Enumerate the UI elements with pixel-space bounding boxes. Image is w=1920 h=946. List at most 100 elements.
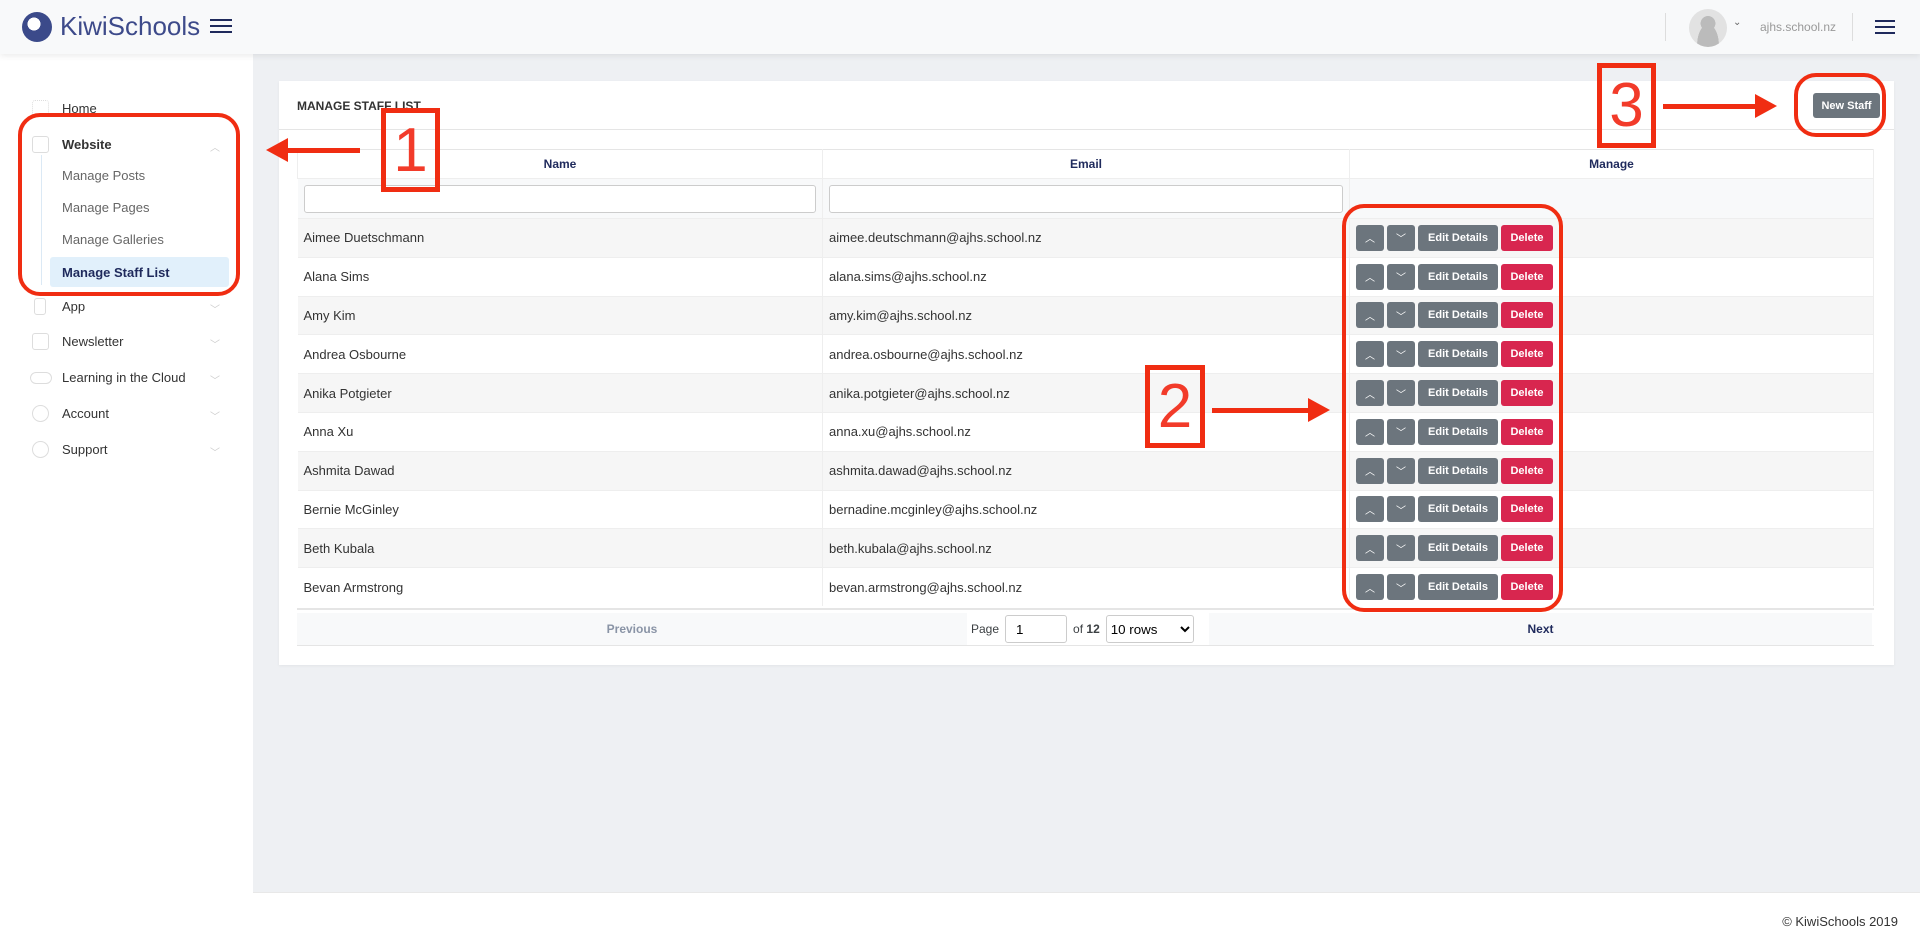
move-down-button[interactable]: ﹀ (1387, 535, 1415, 562)
sidebar-item-app[interactable]: App ﹀ (0, 298, 253, 318)
staff-name: Amy Kim (297, 296, 823, 335)
manage-cell: ︿ ﹀ Edit Details Delete (1349, 451, 1874, 491)
submenu-manage-galleries[interactable]: Manage Galleries (62, 232, 164, 247)
footer: © KiwiSchools 2019 (253, 892, 1920, 946)
edit-details-button[interactable]: Edit Details (1418, 535, 1498, 562)
grid-icon (32, 100, 49, 117)
sidebar-item-support[interactable]: Support ﹀ (0, 441, 253, 461)
submenu-manage-pages[interactable]: Manage Pages (62, 200, 149, 215)
edit-details-button[interactable]: Edit Details (1418, 224, 1498, 251)
page-label: Page (971, 622, 1000, 636)
page-number-input[interactable] (1005, 615, 1068, 643)
chevron-down-icon: ﹀ (210, 412, 220, 423)
chevron-down-icon: ﹀ (210, 376, 220, 387)
move-up-button[interactable]: ︿ (1356, 457, 1384, 484)
new-staff-button[interactable]: New Staff (1813, 93, 1880, 118)
delete-button[interactable]: Delete (1501, 341, 1553, 368)
move-down-button[interactable]: ﹀ (1387, 263, 1415, 290)
delete-button[interactable]: Delete (1501, 380, 1553, 407)
move-down-button[interactable]: ﹀ (1387, 380, 1415, 407)
logo[interactable]: KiwiSchools (22, 11, 200, 42)
sidebar-toggle-menu-icon[interactable] (210, 19, 232, 33)
move-up-button[interactable]: ︿ (1356, 418, 1384, 445)
move-up-button[interactable]: ︿ (1356, 263, 1384, 290)
submenu-line (41, 155, 42, 285)
move-up-button[interactable]: ︿ (1356, 535, 1384, 562)
delete-button[interactable]: Delete (1501, 224, 1553, 251)
name-filter-input[interactable] (303, 184, 816, 213)
column-header-name[interactable]: Name (297, 149, 823, 179)
manage-cell: ︿ ﹀ Edit Details Delete (1349, 373, 1874, 413)
manage-cell: ︿ ﹀ Edit Details Delete (1349, 296, 1874, 335)
delete-button[interactable]: Delete (1501, 302, 1553, 329)
user-avatar[interactable] (1689, 9, 1727, 47)
rows-per-page-select[interactable]: 10 rows (1105, 615, 1194, 643)
manage-cell: ︿ ﹀ Edit Details Delete (1349, 567, 1874, 607)
pagination: Previous Page of 12 10 rows Next (297, 608, 1874, 646)
edit-details-button[interactable]: Edit Details (1418, 418, 1498, 445)
chevron-down-icon[interactable]: ⌄ (1733, 17, 1741, 28)
move-down-button[interactable]: ﹀ (1387, 574, 1415, 601)
edit-details-button[interactable]: Edit Details (1418, 496, 1498, 523)
sidebar: Home Website ︿ Manage Posts Manage Pages… (0, 54, 253, 946)
email-filter-input[interactable] (829, 184, 1343, 213)
move-down-button[interactable]: ﹀ (1387, 496, 1415, 523)
edit-details-button[interactable]: Edit Details (1418, 574, 1498, 601)
delete-button[interactable]: Delete (1501, 535, 1553, 562)
total-pages: 12 (1086, 622, 1100, 636)
staff-name: Anika Potgieter (297, 373, 823, 413)
sidebar-item-newsletter[interactable]: Newsletter ﹀ (0, 333, 253, 353)
staff-email: anna.xu@ajhs.school.nz (822, 412, 1350, 452)
brand-name: KiwiSchools (60, 11, 201, 41)
edit-details-button[interactable]: Edit Details (1418, 457, 1498, 484)
manage-cell: ︿ ﹀ Edit Details Delete (1349, 528, 1874, 568)
sidebar-item-account[interactable]: Account ﹀ (0, 405, 253, 425)
sidebar-item-website[interactable]: Website ︿ (0, 136, 253, 156)
delete-button[interactable]: Delete (1501, 496, 1553, 523)
staff-name: Ashmita Dawad (297, 451, 823, 491)
sidebar-item-label: Learning in the Cloud (62, 370, 186, 385)
sidebar-item-label: Account (62, 406, 109, 421)
staff-email: amy.kim@ajhs.school.nz (822, 296, 1350, 335)
menu-icon[interactable] (1875, 20, 1895, 34)
column-header-email[interactable]: Email (822, 149, 1350, 179)
staff-name: Alana Sims (297, 257, 823, 297)
edit-details-button[interactable]: Edit Details (1418, 341, 1498, 368)
move-up-button[interactable]: ︿ (1356, 224, 1384, 251)
sidebar-item-home[interactable]: Home (0, 100, 253, 120)
previous-button[interactable]: Previous (297, 613, 967, 645)
move-down-button[interactable]: ﹀ (1387, 224, 1415, 251)
move-down-button[interactable]: ﹀ (1387, 457, 1415, 484)
move-down-button[interactable]: ﹀ (1387, 418, 1415, 445)
move-up-button[interactable]: ︿ (1356, 496, 1384, 523)
move-up-button[interactable]: ︿ (1356, 380, 1384, 407)
staff-email: andrea.osbourne@ajhs.school.nz (822, 334, 1350, 374)
next-button[interactable]: Next (1209, 613, 1872, 645)
move-up-button[interactable]: ︿ (1356, 341, 1384, 368)
table-row: Amy Kim amy.kim@ajhs.school.nz ︿ ﹀ Edit De… (297, 296, 1874, 335)
table-row: Anika Potgieter anika.potgieter@ajhs.sch… (297, 373, 1874, 413)
delete-button[interactable]: Delete (1501, 457, 1553, 484)
staff-name: Andrea Osbourne (297, 334, 823, 374)
submenu-manage-posts[interactable]: Manage Posts (62, 168, 145, 183)
divider (1665, 13, 1666, 41)
submenu-label: Manage Staff List (62, 265, 170, 280)
table-row: Aimee Duetschmann aimee.deutschmann@ajhs… (297, 218, 1874, 258)
move-up-button[interactable]: ︿ (1356, 302, 1384, 329)
move-up-button[interactable]: ︿ (1356, 574, 1384, 601)
annotation-arrow-right (1212, 398, 1330, 422)
table-row: Andrea Osbourne andrea.osbourne@ajhs.sch… (297, 334, 1874, 374)
move-down-button[interactable]: ﹀ (1387, 341, 1415, 368)
delete-button[interactable]: Delete (1501, 263, 1553, 290)
chevron-down-icon: ﹀ (210, 340, 220, 351)
move-down-button[interactable]: ﹀ (1387, 302, 1415, 329)
edit-details-button[interactable]: Edit Details (1418, 302, 1498, 329)
submenu-manage-staff-list[interactable]: Manage Staff List (50, 257, 229, 287)
edit-details-button[interactable]: Edit Details (1418, 263, 1498, 290)
sidebar-item-learning-in-the-cloud[interactable]: Learning in the Cloud ﹀ (0, 369, 253, 389)
delete-button[interactable]: Delete (1501, 574, 1553, 601)
delete-button[interactable]: Delete (1501, 418, 1553, 445)
chevron-down-icon: ﹀ (210, 305, 220, 316)
chevron-down-icon: ﹀ (210, 448, 220, 459)
edit-details-button[interactable]: Edit Details (1418, 380, 1498, 407)
